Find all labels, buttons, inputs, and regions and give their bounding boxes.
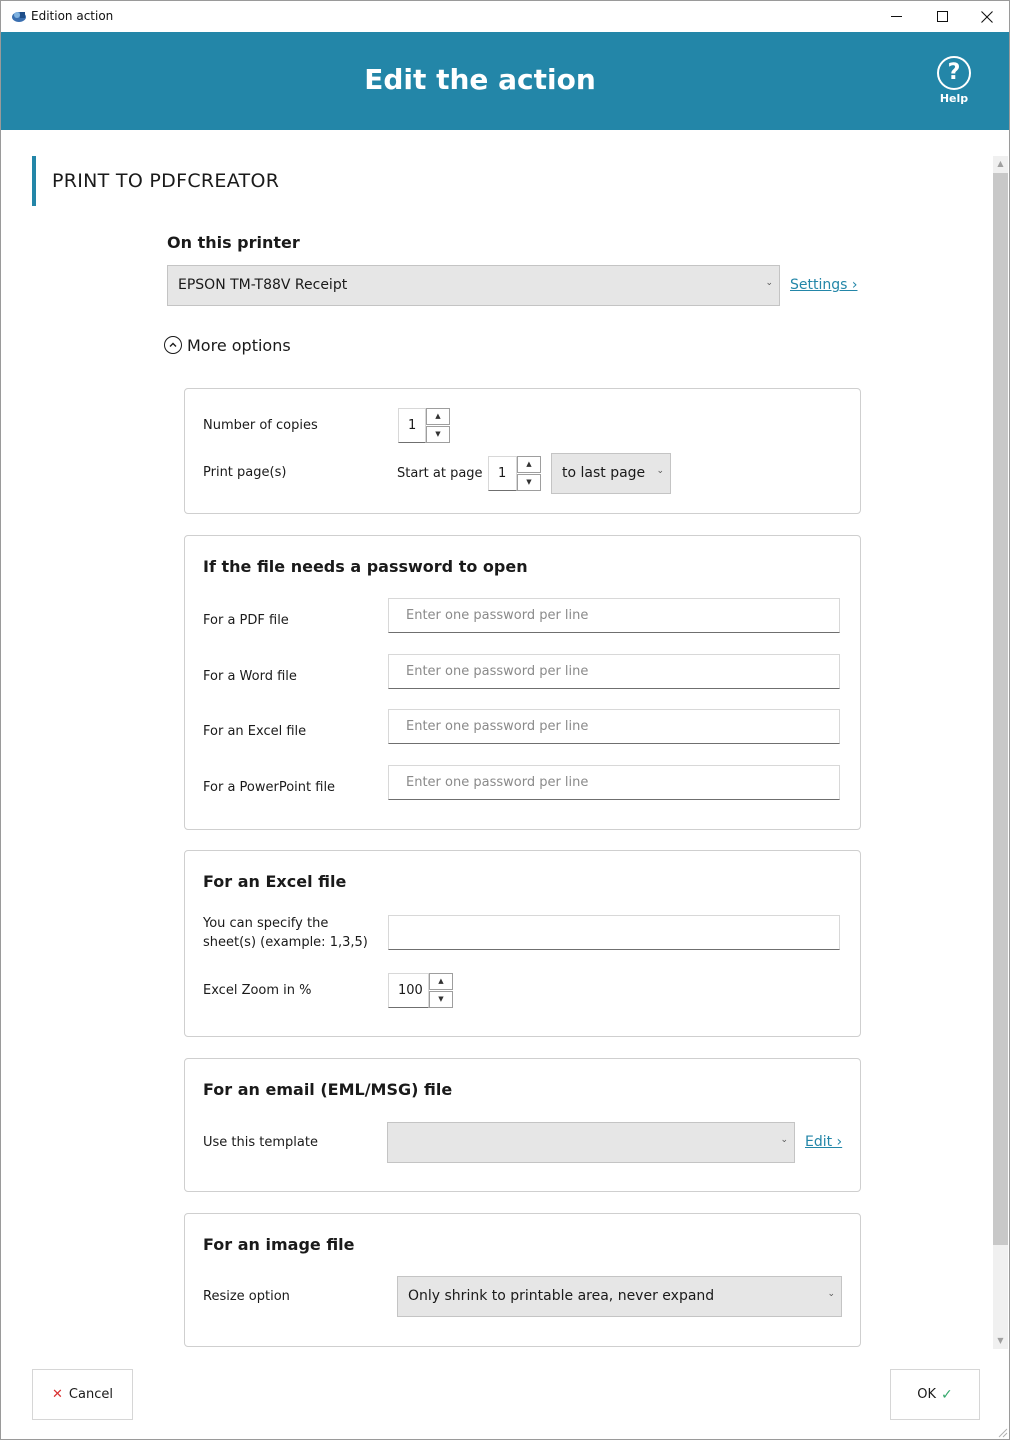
header-banner: Edit the action ? Help [1, 32, 1009, 130]
section-accent-bar [32, 156, 36, 206]
powerpoint-password-label: For a PowerPoint file [203, 780, 336, 795]
pdf-password-input[interactable] [389, 599, 839, 632]
ok-button[interactable]: OK ✓ [890, 1369, 980, 1420]
image-card-heading: For an image file [203, 1235, 355, 1254]
chevron-down-icon: ⌄ [656, 466, 664, 476]
powerpoint-password-field[interactable] [388, 765, 840, 800]
email-card-heading: For an email (EML/MSG) file [203, 1080, 453, 1099]
chevron-down-icon: ⌄ [765, 278, 773, 288]
scroll-up-arrow-icon[interactable]: ▲ [993, 156, 1008, 172]
printer-dropdown[interactable]: EPSON TM-T88V Receipt ⌄ [167, 265, 780, 306]
excel-zoom-value[interactable]: 100 [388, 973, 429, 1008]
more-options-toggle[interactable]: More options [164, 334, 291, 356]
copies-increment-icon[interactable]: ▲ [426, 408, 450, 425]
page-range-selected-value: to last page [562, 465, 646, 481]
word-password-input[interactable] [389, 655, 839, 688]
resize-option-label: Resize option [203, 1289, 290, 1304]
cancel-button[interactable]: ✕ Cancel [32, 1369, 133, 1420]
template-dropdown[interactable]: ⌄ [387, 1122, 795, 1163]
window-title: Edition action [31, 9, 114, 23]
start-page-decrement-icon[interactable]: ▼ [517, 474, 541, 491]
excel-password-label: For an Excel file [203, 724, 307, 739]
zoom-decrement-icon[interactable]: ▼ [429, 991, 453, 1008]
pdf-password-label: For a PDF file [203, 613, 289, 628]
ok-label: OK [917, 1387, 937, 1402]
copies-decrement-icon[interactable]: ▼ [426, 426, 450, 443]
copies-label: Number of copies [203, 418, 318, 433]
minimize-icon [890, 16, 902, 17]
sheets-input[interactable] [389, 916, 839, 949]
cancel-label: Cancel [68, 1387, 113, 1402]
scroll-down-arrow-icon[interactable]: ▼ [993, 1333, 1008, 1349]
resize-option-dropdown[interactable]: Only shrink to printable area, never exp… [397, 1276, 842, 1317]
resize-grip-icon[interactable] [996, 1426, 1008, 1438]
start-page-increment-icon[interactable]: ▲ [517, 456, 541, 473]
copies-card [184, 388, 861, 514]
printer-selected-value: EPSON TM-T88V Receipt [178, 277, 348, 293]
help-button[interactable]: ? Help [933, 56, 975, 116]
start-page-value[interactable]: 1 [488, 456, 517, 491]
sheets-label-line2: sheet(s) (example: 1,3,5) [203, 935, 368, 950]
sheets-field[interactable] [388, 915, 840, 950]
sheets-label-line1: You can specify the [203, 916, 329, 931]
excel-password-input[interactable] [389, 710, 839, 743]
chevron-down-icon: ⌄ [827, 1289, 835, 1299]
excel-card-heading: For an Excel file [203, 872, 347, 891]
help-icon: ? [937, 56, 971, 90]
word-password-label: For a Word file [203, 669, 297, 684]
excel-password-field[interactable] [388, 709, 840, 744]
excel-zoom-label: Excel Zoom in % [203, 983, 312, 998]
maximize-icon [936, 11, 948, 22]
chevron-up-icon [164, 336, 182, 354]
help-label: Help [939, 92, 969, 105]
page-range-dropdown[interactable]: to last page ⌄ [551, 453, 671, 494]
page-title: Edit the action [364, 63, 596, 96]
close-button[interactable] [964, 1, 1010, 32]
chevron-down-icon: ⌄ [780, 1135, 788, 1145]
printer-label: On this printer [167, 233, 300, 252]
start-at-page-label: Start at page [397, 466, 483, 481]
password-card-heading: If the file needs a password to open [203, 557, 528, 576]
close-icon [981, 10, 993, 23]
checkmark-icon: ✓ [941, 1386, 953, 1403]
section-title: PRINT TO PDFCREATOR [52, 170, 280, 192]
edit-template-link[interactable]: Edit › [805, 1134, 842, 1150]
more-options-label: More options [187, 335, 291, 355]
title-bar: Edition action [1, 1, 1009, 32]
powerpoint-password-input[interactable] [389, 766, 839, 799]
zoom-increment-icon[interactable]: ▲ [429, 973, 453, 990]
copies-value[interactable]: 1 [398, 408, 426, 443]
template-label: Use this template [203, 1135, 318, 1150]
resize-option-selected-value: Only shrink to printable area, never exp… [408, 1288, 715, 1304]
word-password-field[interactable] [388, 654, 840, 689]
scrollbar-thumb[interactable] [993, 173, 1008, 1245]
maximize-button[interactable] [919, 1, 965, 32]
cancel-x-icon: ✕ [52, 1387, 63, 1402]
minimize-button[interactable] [873, 1, 919, 32]
pdf-password-field[interactable] [388, 598, 840, 633]
edition-action-window: Edition action Edit the action ? Help ▲ … [0, 0, 1010, 1440]
print-pages-label: Print page(s) [203, 465, 287, 480]
settings-link[interactable]: Settings › [790, 277, 857, 293]
app-icon [12, 12, 26, 22]
